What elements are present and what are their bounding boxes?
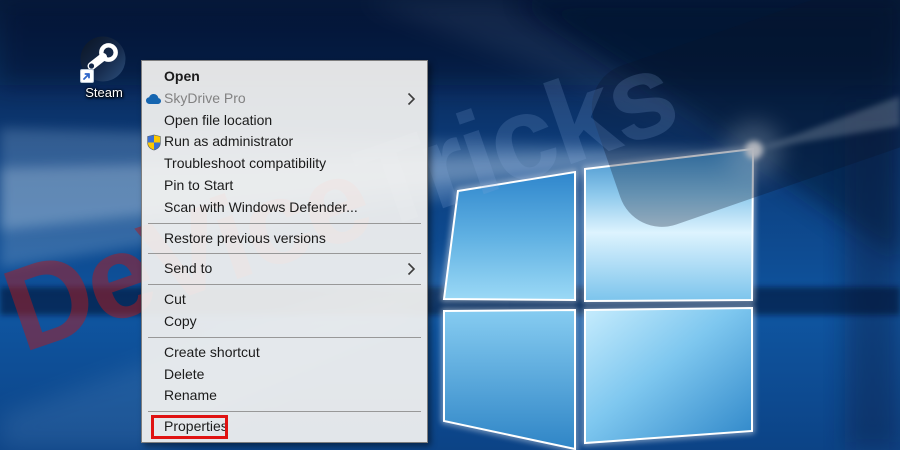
menu-item-label: Run as administrator — [164, 133, 293, 149]
menu-item-label: Send to — [164, 260, 212, 276]
menu-item-label: Rename — [164, 387, 217, 403]
menu-item-pin-to-start[interactable]: Pin to Start — [142, 175, 427, 197]
onedrive-cloud-icon — [145, 90, 162, 107]
menu-separator — [148, 284, 421, 285]
shortcut-arrow-icon — [80, 69, 94, 83]
menu-item-label: SkyDrive Pro — [164, 90, 246, 106]
menu-item-delete[interactable]: Delete — [142, 364, 427, 386]
menu-item-open-file-location[interactable]: Open file location — [142, 110, 427, 132]
menu-item-send-to[interactable]: Send to — [142, 258, 427, 280]
menu-item-label: Delete — [164, 366, 204, 382]
submenu-chevron-icon — [407, 262, 416, 276]
menu-item-label: Scan with Windows Defender... — [164, 199, 358, 215]
desktop-icon-steam[interactable]: Steam — [78, 36, 130, 100]
menu-item-open[interactable]: Open — [142, 66, 427, 88]
context-menu: Open SkyDrive Pro Open file location Run as… — [141, 60, 428, 443]
desktop: DeViceTricks Steam OpenSkyDrive ProOpen … — [0, 0, 900, 450]
menu-item-label: Open — [164, 68, 200, 84]
menu-item-label: Properties — [164, 418, 228, 434]
menu-separator — [148, 253, 421, 254]
menu-item-copy[interactable]: Copy — [142, 311, 427, 333]
menu-item-rename[interactable]: Rename — [142, 385, 427, 407]
menu-item-label: Create shortcut — [164, 344, 260, 360]
submenu-chevron-icon — [407, 92, 416, 106]
menu-item-label: Restore previous versions — [164, 230, 326, 246]
menu-item-label: Pin to Start — [164, 177, 233, 193]
uac-shield-icon — [145, 134, 162, 151]
menu-item-label: Copy — [164, 313, 197, 329]
menu-item-scan-with-windows-defender[interactable]: Scan with Windows Defender... — [142, 197, 427, 219]
windows10-wallpaper — [0, 0, 900, 450]
menu-item-label: Cut — [164, 291, 186, 307]
menu-item-skydrive-pro[interactable]: SkyDrive Pro — [142, 88, 427, 110]
desktop-icon-label: Steam — [78, 85, 130, 100]
menu-separator — [148, 411, 421, 412]
windows-logo-pane-bottom-right — [585, 308, 752, 443]
menu-item-label: Open file location — [164, 112, 272, 128]
menu-item-label: Troubleshoot compatibility — [164, 155, 326, 171]
menu-item-cut[interactable]: Cut — [142, 289, 427, 311]
windows-logo-pane-top-left — [444, 172, 575, 300]
menu-item-properties[interactable]: Properties — [142, 416, 427, 438]
menu-item-troubleshoot-compatibility[interactable]: Troubleshoot compatibility — [142, 153, 427, 175]
menu-item-restore-previous-versions[interactable]: Restore previous versions — [142, 228, 427, 250]
menu-item-create-shortcut[interactable]: Create shortcut — [142, 342, 427, 364]
menu-separator — [148, 337, 421, 338]
windows-logo-pane-top-right — [585, 149, 753, 301]
menu-separator — [148, 223, 421, 224]
menu-item-run-as-administrator[interactable]: Run as administrator — [142, 131, 427, 153]
